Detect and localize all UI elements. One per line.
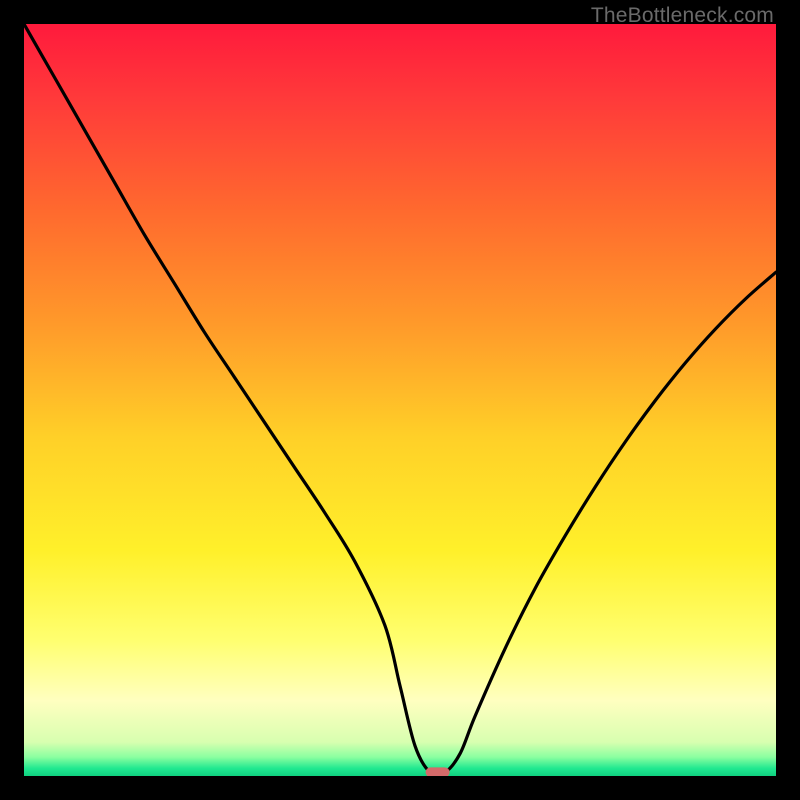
- chart-frame: [24, 24, 776, 776]
- chart-svg: [24, 24, 776, 776]
- gradient-background: [24, 24, 776, 776]
- optimal-marker: [426, 767, 450, 776]
- watermark-text: TheBottleneck.com: [591, 4, 774, 28]
